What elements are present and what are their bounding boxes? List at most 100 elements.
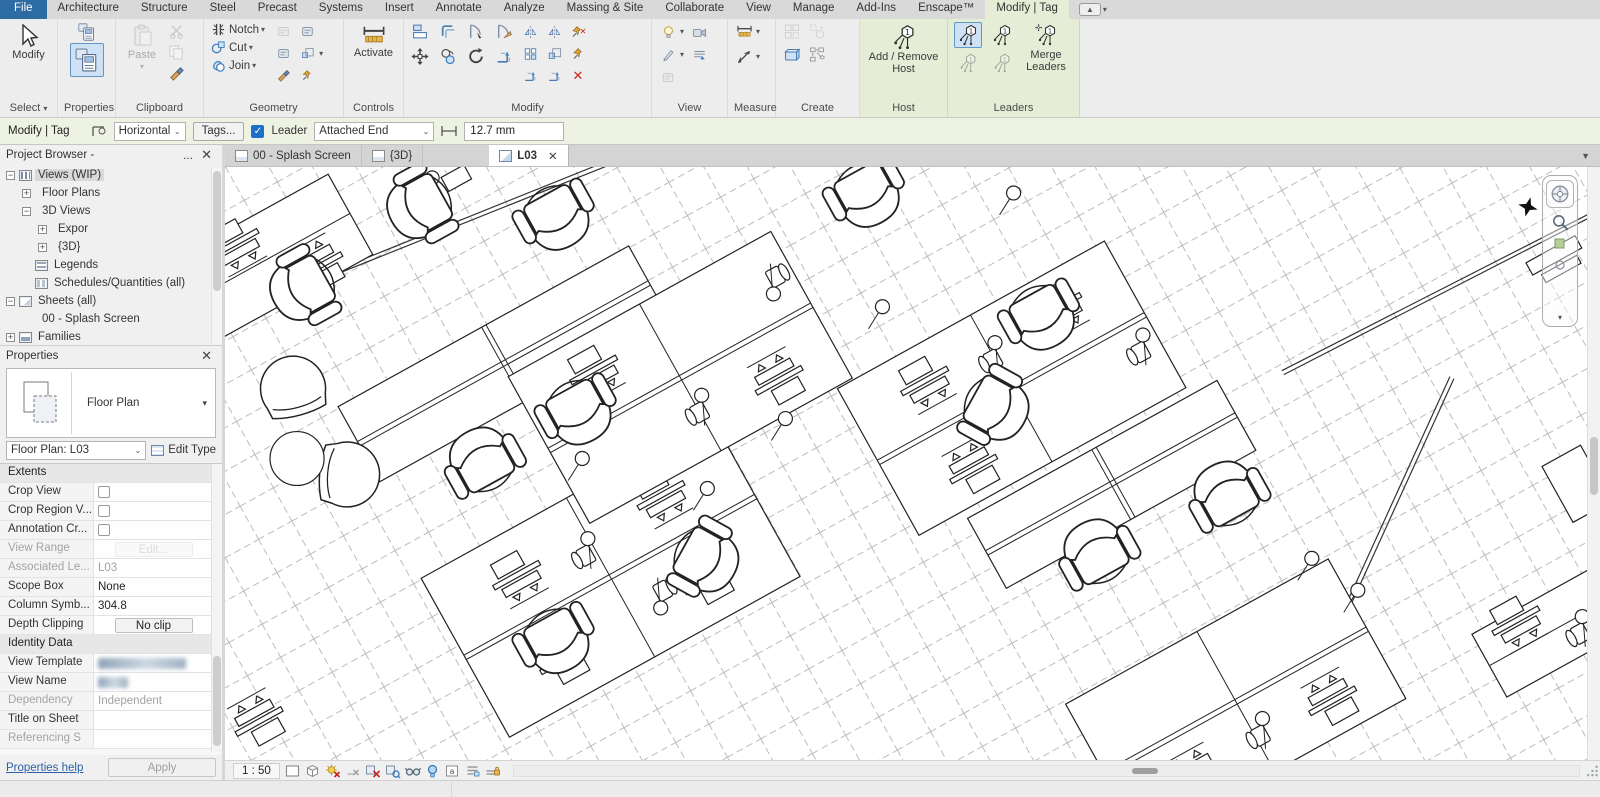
properties-help-link[interactable]: Properties help [6,762,83,774]
panel-label-view[interactable]: View [652,101,727,117]
menu-tab-insert[interactable]: Insert [374,0,425,19]
menu-tab-systems[interactable]: Systems [308,0,374,19]
properties-scrollbar[interactable] [211,464,222,752]
menu-tab-massing-site[interactable]: Massing & Site [556,0,655,19]
panel-label-measure[interactable]: Measure [728,101,775,117]
view-tab-00-splash-screen[interactable]: 00 - Splash Screen [225,145,362,166]
modify-button[interactable]: Modify [6,22,51,61]
activate-dimensions-button[interactable]: Activate [350,22,397,59]
sun-path-icon[interactable] [324,763,341,779]
measure-between-refs-icon[interactable] [734,22,754,41]
property-value[interactable]: 304.8 [94,597,222,615]
orientation-select[interactable]: Horizontal⌄ [114,122,186,141]
property-value[interactable]: Independent [94,692,222,710]
align-icon[interactable] [410,22,430,41]
resize-grip[interactable] [1584,764,1598,778]
panel-label-clipboard[interactable]: Clipboard [116,101,203,117]
scale-icon[interactable] [544,44,564,63]
property-checkbox[interactable] [98,486,110,498]
create-group-icon[interactable] [782,22,802,41]
panel-label-create[interactable]: Create [776,101,859,117]
mirror-draw-axis-icon[interactable] [544,22,564,41]
property-value[interactable]: L03 [94,559,222,577]
rotate-icon[interactable] [466,47,486,66]
property-button[interactable]: No clip [115,618,193,633]
split-element-icon[interactable] [466,22,486,41]
match-type-properties-icon[interactable] [166,64,186,83]
coping-icon[interactable] [273,22,293,41]
add-leader-button[interactable] [954,22,982,48]
copy-to-clipboard-icon[interactable] [166,43,186,62]
offset-icon[interactable] [438,22,458,41]
project-browser-scrollbar[interactable] [211,167,222,343]
tree-item-3d-views[interactable]: −3D Views [0,202,222,220]
tree-item-legends[interactable]: Legends [0,256,222,274]
crop-region-icon[interactable] [384,763,401,779]
panel-label-properties[interactable]: Properties [58,101,115,117]
instance-selector[interactable]: Floor Plan: L03⌄ [6,441,146,460]
merge-leaders-button[interactable] [1031,22,1061,48]
remove-end-leader-button[interactable] [988,51,1016,75]
menu-tab-manage[interactable]: Manage [782,0,846,19]
panel-label-geometry[interactable]: Geometry [204,101,343,117]
property-value[interactable]: No clip [94,616,222,634]
delete-icon[interactable]: ✕ [568,66,588,85]
crop-view-icon[interactable] [364,763,381,779]
zoom-icon[interactable] [1551,213,1569,231]
navbar-more-icon[interactable]: ▾ [1558,313,1562,322]
tree-item-schedules-quantities-all[interactable]: Schedules/Quantities (all) [0,274,222,292]
expand-icon[interactable]: + [38,225,47,234]
leader-length-input[interactable] [464,122,564,141]
properties-close-button[interactable]: ✕ [197,348,216,364]
property-value[interactable] [94,521,222,539]
menu-tab-analyze[interactable]: Analyze [493,0,556,19]
split-with-gap-icon[interactable] [494,22,514,41]
tree-item-expor[interactable]: +Expor [0,220,222,238]
panel-label-controls[interactable]: Controls [344,101,403,117]
beam-icon[interactable] [273,44,293,63]
temporary-hide-isolate-icon[interactable] [404,763,421,779]
measure-along-element-icon[interactable] [734,47,754,66]
navigation-bar[interactable]: ▾ [1542,175,1578,327]
properties-toggle-button[interactable] [70,43,104,77]
property-value[interactable] [94,483,222,501]
add-remove-host-button[interactable]: Add / Remove Host [866,22,941,75]
drawing-canvas[interactable] [225,167,1587,760]
menu-tab-file[interactable]: File [0,0,47,19]
menu-tab-precast[interactable]: Precast [247,0,308,19]
edit-type-button[interactable]: Edit Type [151,444,216,456]
temporary-view-properties-icon[interactable] [444,763,461,779]
steering-wheel-icon[interactable] [1546,180,1574,208]
property-button[interactable]: Edit... [115,542,193,557]
menu-tab-collaborate[interactable]: Collaborate [654,0,735,19]
leader-checkbox-label[interactable]: Leader [271,125,307,137]
menu-tab-structure[interactable]: Structure [130,0,199,19]
copy-icon[interactable] [438,47,458,66]
menu-tab-annotate[interactable]: Annotate [425,0,493,19]
menu-tab-add-ins[interactable]: Add-Ins [845,0,907,19]
visual-style-icon[interactable] [284,763,301,779]
tree-item-00-splash-screen[interactable]: 00 - Splash Screen [0,310,222,328]
reveal-constraints-icon[interactable] [484,763,501,779]
horizontal-scrollbar[interactable] [513,765,1580,777]
property-value[interactable] [94,502,222,520]
collapse-icon[interactable]: − [6,171,15,180]
property-checkbox[interactable] [98,524,110,536]
create-similar-icon[interactable] [807,22,827,41]
close-tab-icon[interactable]: ✕ [548,149,558,163]
tree-item-sheets-all[interactable]: −Sheets (all) [0,292,222,310]
properties-small-icon[interactable] [77,22,97,41]
reveal-hidden-elements-icon[interactable] [424,763,441,779]
property-value[interactable]: Edit... [94,540,222,558]
view-tab-3d[interactable]: {3D} [362,145,423,166]
panel-label-leaders[interactable]: Leaders [948,101,1079,117]
property-value[interactable] [94,673,222,691]
trim-extend-single-icon[interactable] [520,66,540,85]
expand-icon[interactable]: + [6,333,15,342]
pin-icon[interactable] [568,44,588,63]
property-value[interactable]: None [94,578,222,596]
merge-leaders-label[interactable]: Merge Leaders [1022,49,1070,73]
collapse-icon[interactable]: − [6,297,15,306]
cut-button[interactable]: Cut▾ [210,40,265,55]
array-icon[interactable] [520,44,540,63]
